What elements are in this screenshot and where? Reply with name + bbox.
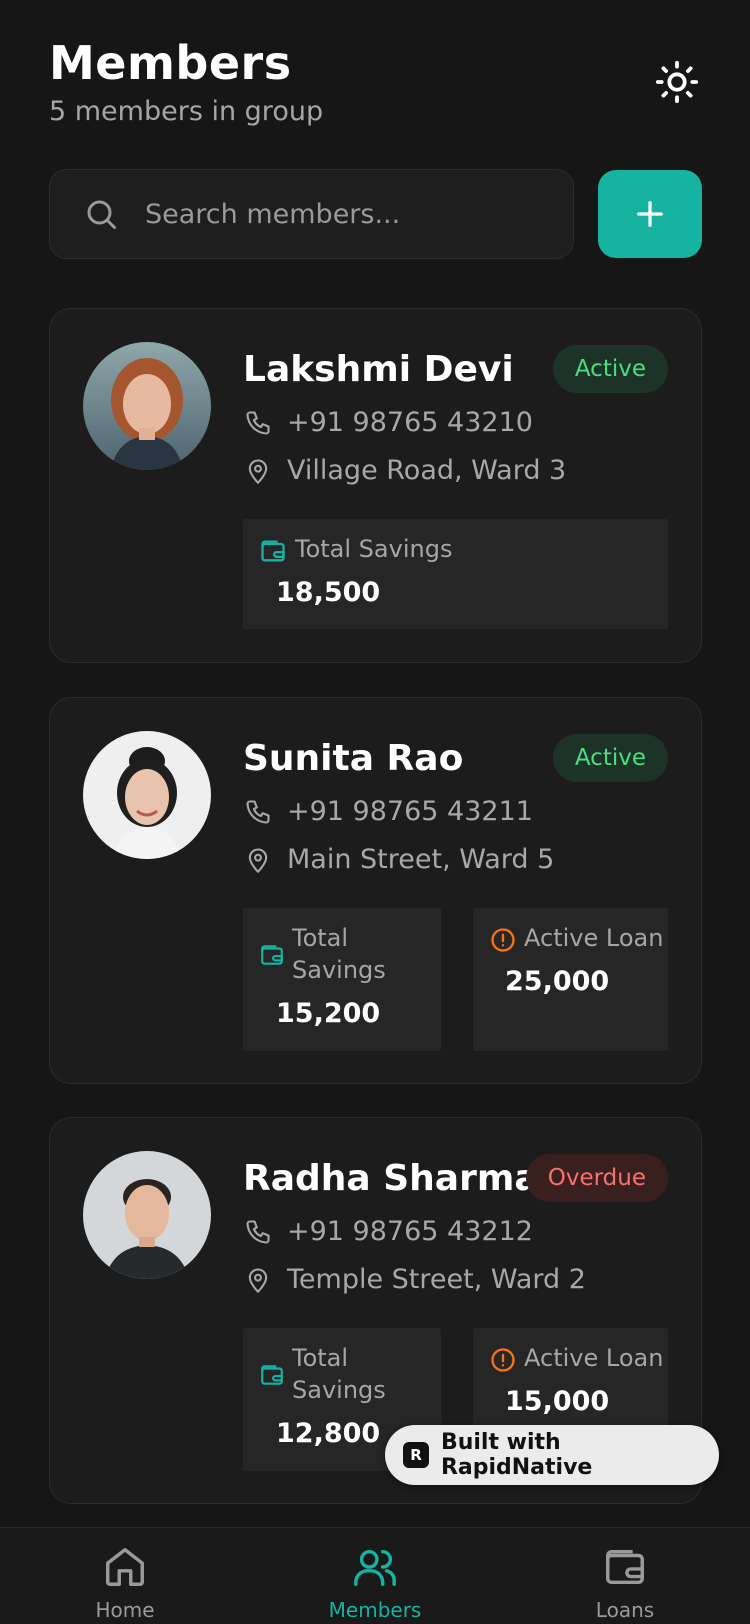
phone-row[interactable]: +91 98765 43210 — [243, 407, 533, 438]
address-row: Main Street, Ward 5 — [243, 844, 554, 875]
loan-value: 15,000 — [505, 1386, 610, 1417]
page-subtitle: 5 members in group — [49, 96, 324, 127]
savings-label: Total Savings — [295, 535, 453, 563]
tab-label: Loans — [595, 1598, 655, 1622]
home-icon — [106, 1548, 144, 1586]
phone-number: +91 98765 43211 — [287, 796, 533, 827]
loan-stat: Active Loan 25,000 — [473, 908, 668, 1051]
tab-loans[interactable]: Loans — [540, 1544, 710, 1622]
tab-home[interactable]: Home — [40, 1544, 210, 1622]
savings-label: Total — [292, 1344, 349, 1372]
header: Members 5 members in group — [49, 36, 701, 136]
tab-label: Members — [328, 1598, 422, 1622]
page-title: Members — [49, 36, 292, 90]
plus-icon — [637, 201, 663, 227]
loan-label: Active Loan — [524, 1344, 664, 1372]
member-card[interactable]: Sunita Rao Active +91 98765 43211 Main S… — [49, 697, 702, 1084]
tab-members[interactable]: Members — [290, 1544, 460, 1622]
loan-value: 25,000 — [505, 966, 610, 997]
wallet-icon — [261, 945, 283, 965]
phone-row[interactable]: +91 98765 43212 — [243, 1216, 533, 1247]
member-name: Lakshmi Devi — [243, 349, 514, 390]
savings-value: 15,200 — [276, 998, 381, 1029]
savings-value: 12,800 — [276, 1418, 381, 1449]
theme-toggle-button[interactable] — [653, 58, 701, 106]
savings-stat: Total Savings 15,200 — [243, 908, 441, 1051]
member-name: Radha Sharma — [243, 1158, 539, 1199]
built-with-badge[interactable]: R Built with RapidNative — [385, 1425, 719, 1485]
phone-number: +91 98765 43212 — [287, 1216, 533, 1247]
wallet-icon — [261, 540, 285, 562]
savings-label: Savings — [292, 956, 386, 984]
phone-icon — [243, 408, 273, 438]
built-with-label: Built with RapidNative — [440, 1430, 593, 1480]
wallet-icon — [261, 1365, 283, 1385]
location-pin-icon — [243, 456, 273, 486]
phone-icon — [243, 1217, 273, 1247]
avatar — [83, 1151, 211, 1279]
tab-label: Home — [95, 1598, 155, 1622]
wallet-icon — [606, 1549, 644, 1585]
member-card[interactable]: Lakshmi Devi Active +91 98765 43210 Vill… — [49, 308, 702, 663]
search-input[interactable] — [145, 198, 525, 230]
alert-circle-icon — [491, 928, 515, 952]
status-badge: Overdue — [525, 1154, 668, 1202]
location-pin-icon — [243, 845, 273, 875]
phone-number: +91 98765 43210 — [287, 407, 533, 438]
phone-icon — [243, 797, 273, 827]
address: Village Road, Ward 3 — [287, 455, 567, 486]
address-row: Temple Street, Ward 2 — [243, 1264, 586, 1295]
loan-label: Active Loan — [524, 924, 664, 952]
add-member-button[interactable] — [598, 170, 702, 258]
savings-stat: Total Savings 18,500 — [243, 519, 668, 629]
address: Main Street, Ward 5 — [287, 844, 555, 875]
address: Temple Street, Ward 2 — [287, 1264, 586, 1295]
search-bar[interactable] — [49, 169, 574, 259]
alert-circle-icon — [491, 1348, 515, 1372]
address-row: Village Road, Ward 3 — [243, 455, 566, 486]
users-icon — [354, 1549, 396, 1586]
search-icon — [87, 200, 116, 229]
avatar — [83, 731, 211, 859]
status-badge: Active — [552, 734, 668, 782]
sun-icon — [655, 60, 699, 104]
status-badge: Active — [552, 345, 668, 393]
location-pin-icon — [243, 1265, 273, 1295]
savings-label: Total — [292, 924, 349, 952]
bottom-tab-bar: Home Members Loans — [0, 1527, 750, 1624]
savings-value: 18,500 — [276, 577, 381, 608]
member-name: Sunita Rao — [243, 738, 464, 779]
savings-label: Savings — [292, 1376, 386, 1404]
avatar — [83, 342, 211, 470]
rapidnative-logo-icon: R — [403, 1442, 429, 1468]
phone-row[interactable]: +91 98765 43211 — [243, 796, 533, 827]
